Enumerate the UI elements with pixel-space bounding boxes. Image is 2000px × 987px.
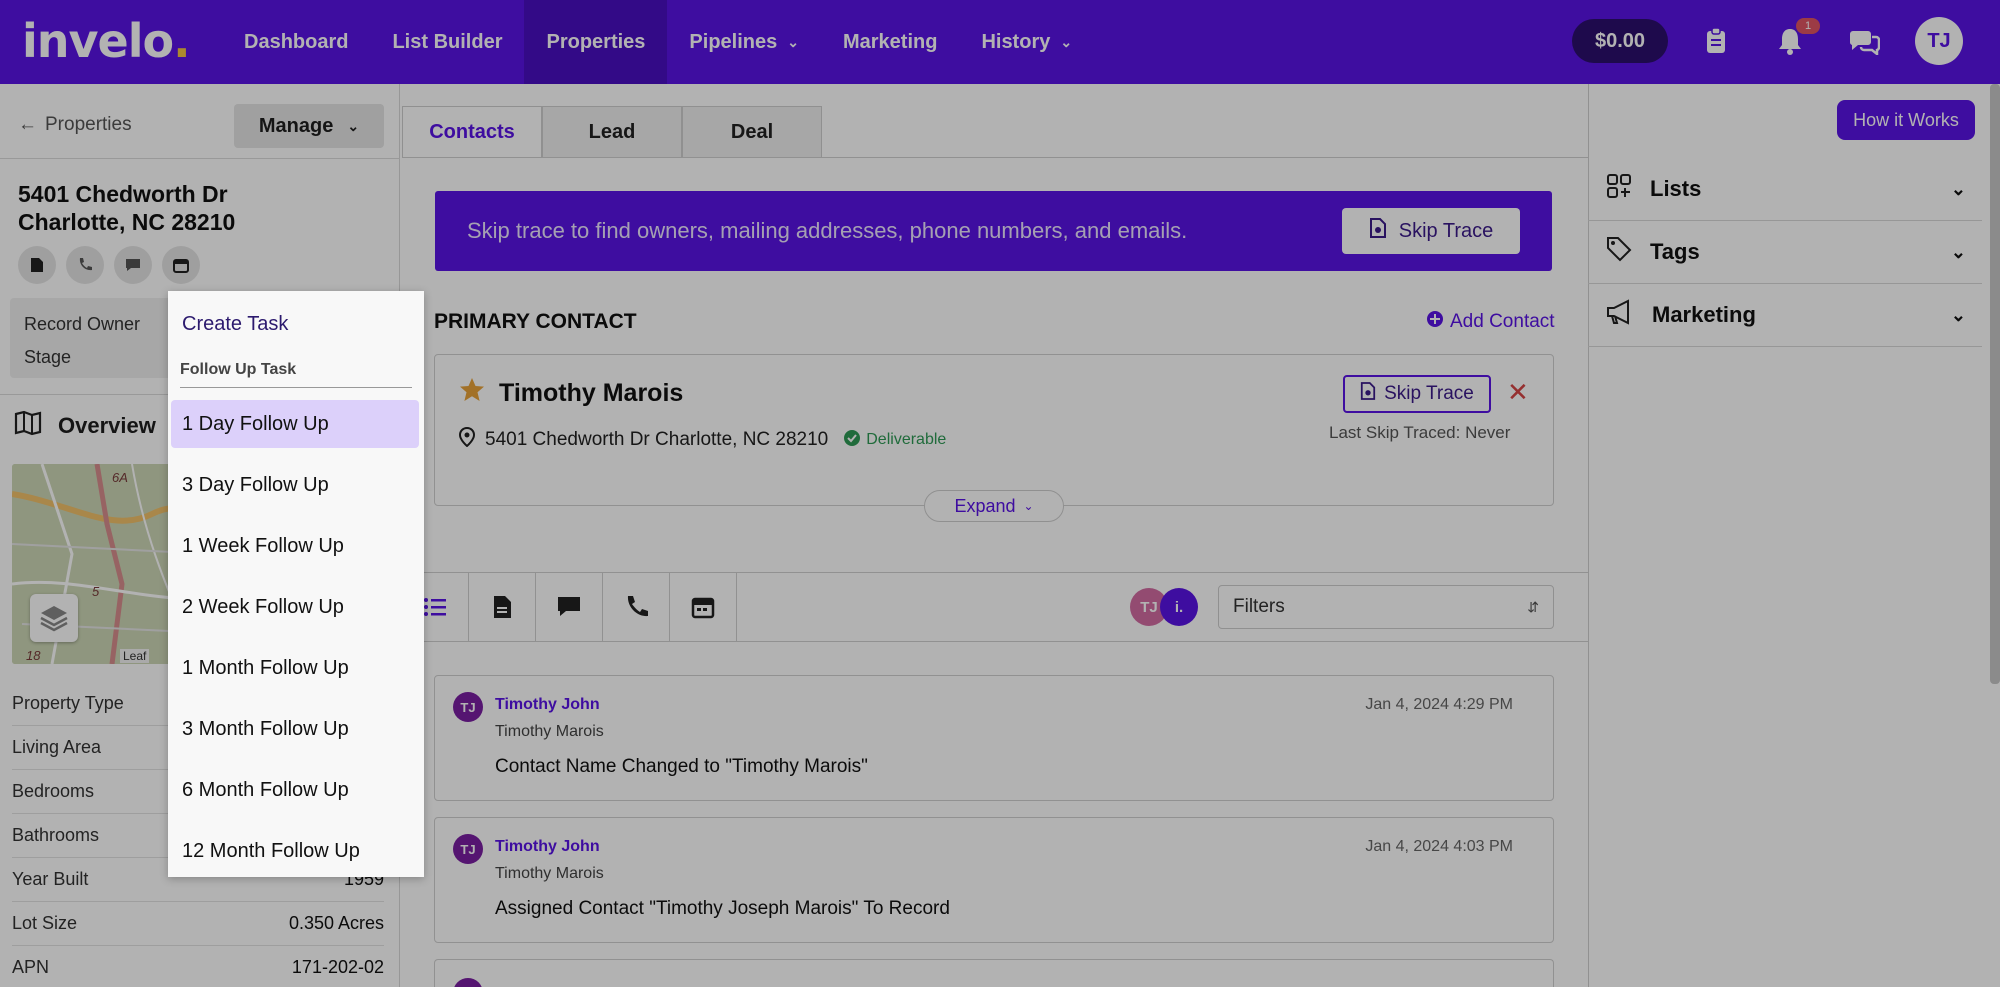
- menu-item-3-month[interactable]: 3 Month Follow Up: [171, 705, 419, 753]
- create-task-menu: Create Task Follow Up Task 1 Day Follow …: [168, 291, 424, 877]
- follow-up-task-heading: Follow Up Task: [180, 361, 412, 388]
- menu-item-1-week[interactable]: 1 Week Follow Up: [171, 522, 419, 570]
- menu-item-6-month[interactable]: 6 Month Follow Up: [171, 766, 419, 814]
- menu-item-2-week[interactable]: 2 Week Follow Up: [171, 583, 419, 631]
- menu-item-1-month[interactable]: 1 Month Follow Up: [171, 644, 419, 692]
- menu-item-12-month[interactable]: 12 Month Follow Up: [171, 827, 419, 875]
- create-task-item[interactable]: Create Task: [182, 313, 288, 336]
- menu-item-1-day[interactable]: 1 Day Follow Up: [171, 400, 419, 448]
- menu-item-3-day[interactable]: 3 Day Follow Up: [171, 461, 419, 509]
